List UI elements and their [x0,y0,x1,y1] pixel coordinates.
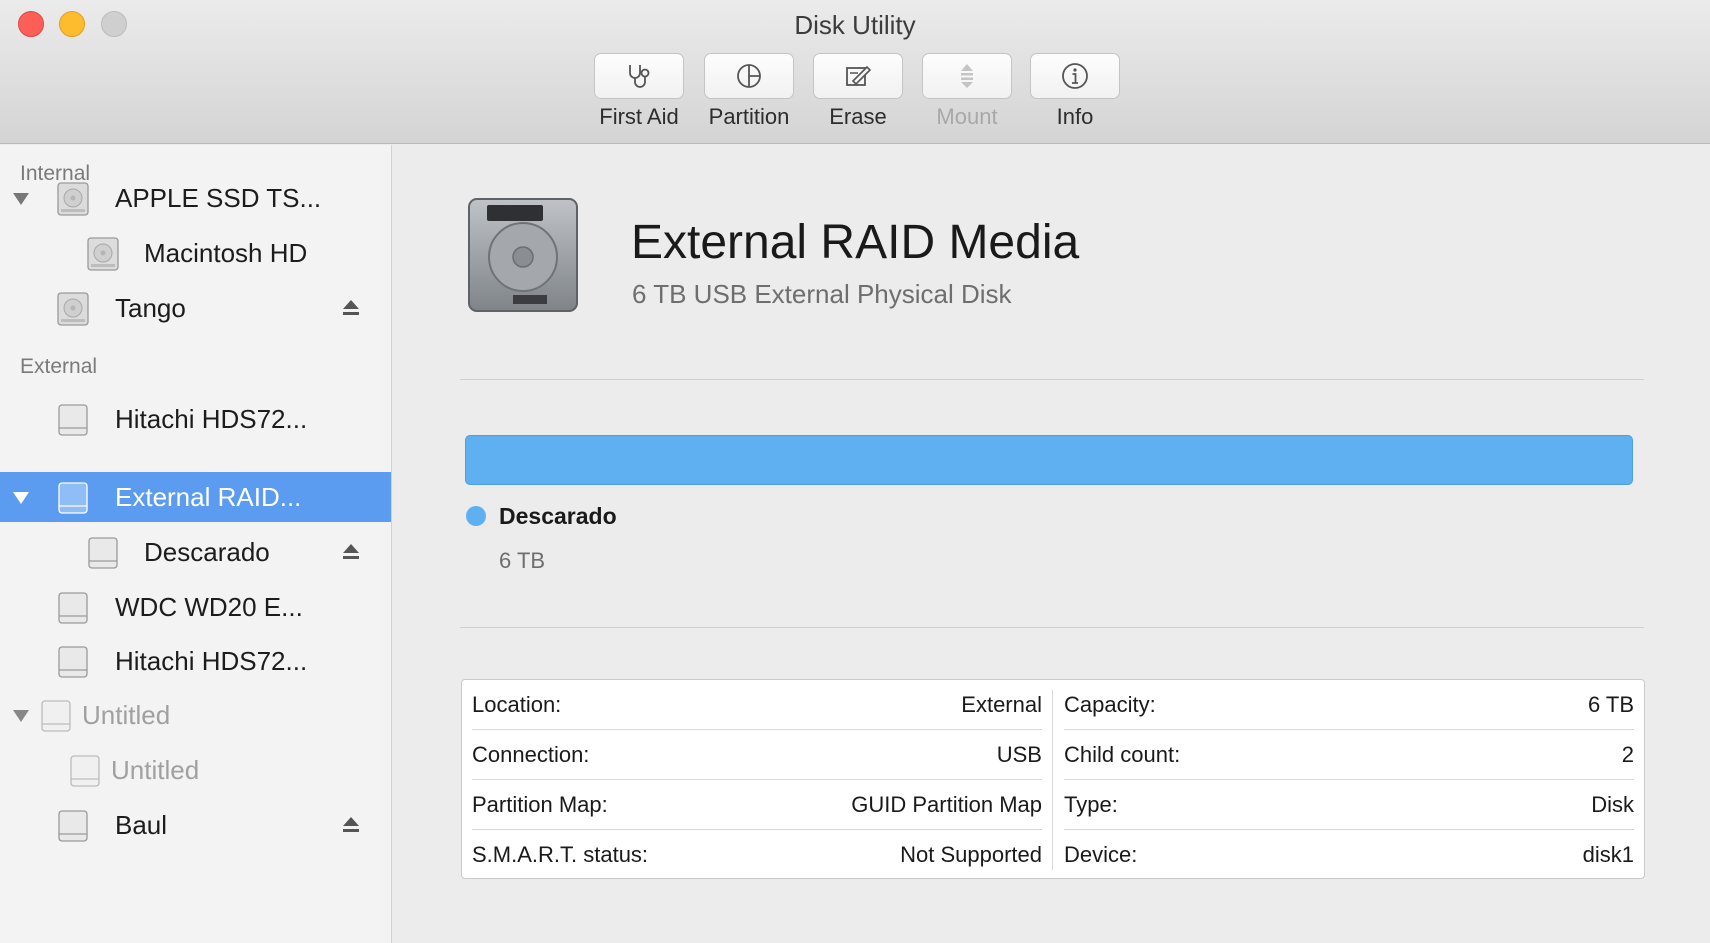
info-value: USB [996,742,1042,767]
mount-label: Mount [936,104,998,129]
internal-disk-icon [57,182,89,216]
sidebar-item-hitachi-1[interactable]: Hitachi HDS72... [0,394,391,444]
info-key: Location: [472,692,562,717]
partition-label: Partition [708,104,790,129]
disclosure-triangle-icon[interactable] [10,704,32,726]
volume-icon [57,292,89,326]
volume-icon [70,755,100,787]
partition-size: 6 TB [499,548,546,573]
sidebar-item-macintosh-hd[interactable]: Macintosh HD [0,228,391,278]
disk-info-table: Location: External Connection: USB Parti… [461,679,1645,879]
info-value: Not Supported [900,842,1042,867]
sidebar-item-descarado[interactable]: Descarado [0,527,391,577]
info-key: Device: [1064,842,1138,867]
info-key: Connection: [472,742,590,767]
sidebar-item-apple-ssd[interactable]: APPLE SSD TS... [0,173,391,223]
info-key: Capacity: [1064,692,1156,717]
info-row-connection: Connection: USB [472,730,1042,780]
sidebar-item-label: Hitachi HDS72... [115,646,308,676]
eject-icon[interactable] [340,541,362,563]
external-disk-icon [58,592,88,624]
external-disk-icon [41,700,71,732]
mount-button[interactable]: Mount [922,53,1012,130]
info-key: Type: [1064,792,1118,817]
sidebar-item-label: Descarado [144,537,270,567]
info-value: Disk [1591,792,1634,817]
sidebar-item-tango[interactable]: Tango [0,283,391,333]
hard-drive-icon [468,198,578,312]
erase-icon [846,65,872,86]
sidebar-item-label: Hitachi HDS72... [115,404,308,434]
divider [460,627,1644,628]
info-row-type: Type: Disk [1064,780,1634,830]
window-titlebar: Disk Utility First Aid Partition Erase M… [0,0,1710,144]
sidebar-item-untitled-volume[interactable]: Untitled [0,745,391,795]
window-title: Disk Utility [794,10,916,40]
info-key: S.M.A.R.T. status: [472,842,649,867]
sidebar-item-label: APPLE SSD TS... [115,183,322,213]
disclosure-triangle-icon[interactable] [10,486,32,508]
erase-button[interactable]: Erase [813,53,903,130]
info-value: disk1 [1582,842,1634,867]
info-key: Partition Map: [472,792,608,817]
disk-title: External RAID Media [631,216,1080,269]
sidebar-item-label: Untitled [111,755,200,785]
info-value: 2 [1621,742,1634,767]
info-column-left: Location: External Connection: USB Parti… [462,680,1052,880]
info-column-right: Capacity: 6 TB Child count: 2 Type: Disk… [1054,680,1644,880]
external-disk-icon [58,646,88,678]
eject-icon[interactable] [340,297,362,319]
info-row-partition-map: Partition Map: GUID Partition Map [472,780,1042,830]
partition-name: Descarado [499,503,617,529]
info-key: Child count: [1064,742,1181,767]
disclosure-triangle-icon[interactable] [10,187,32,209]
detail-panel: External RAID Media 6 TB USB External Ph… [393,145,1710,943]
eject-icon[interactable] [340,814,362,836]
sidebar-item-wdc[interactable]: WDC WD20 E... [0,582,391,632]
volume-icon [87,237,119,271]
info-label: Info [1056,104,1094,129]
sidebar-item-label: Macintosh HD [144,238,308,268]
disk-subtitle: 6 TB USB External Physical Disk [632,279,1012,309]
info-value: External [961,692,1042,717]
partition-usage-bar[interactable] [465,435,1633,485]
pie-chart-icon [737,64,761,88]
sidebar-item-baul[interactable]: Baul [0,800,391,850]
sidebar-item-external-raid[interactable]: External RAID... [0,472,391,522]
sidebar-item-label: Tango [115,293,186,323]
external-disk-icon [58,482,88,514]
info-row-location: Location: External [472,680,1042,730]
info-value: GUID Partition Map [851,792,1042,817]
partition-button[interactable]: Partition [704,53,794,130]
sidebar-item-hitachi-2[interactable]: Hitachi HDS72... [0,636,391,686]
sidebar-item-label: Untitled [82,700,171,730]
erase-label: Erase [829,104,887,129]
sidebar-item-untitled-disk[interactable]: Untitled [0,690,391,740]
stethoscope-icon [629,65,650,88]
info-icon [1062,63,1088,89]
info-value: 6 TB [1587,692,1634,717]
info-row-child-count: Child count: 2 [1064,730,1634,780]
first-aid-label: First Aid [599,104,679,129]
mount-icon [961,64,973,88]
column-divider [1052,690,1053,870]
info-row-smart-status: S.M.A.R.T. status: Not Supported [472,830,1042,880]
sidebar-item-label: Baul [115,810,168,840]
info-row-capacity: Capacity: 6 TB [1064,680,1634,730]
info-row-device: Device: disk1 [1064,830,1634,880]
sidebar-item-label: WDC WD20 E... [115,592,303,622]
sidebar-item-label: External RAID... [115,482,302,512]
section-header-external: External [20,355,98,378]
info-button[interactable]: Info [1030,53,1120,130]
first-aid-button[interactable]: First Aid [594,53,684,130]
external-disk-icon [58,404,88,436]
divider [460,379,1644,380]
partition-color-swatch [466,506,486,526]
volume-icon [88,537,118,569]
external-disk-icon [58,810,88,842]
sidebar: Internal APPLE SSD TS... Macintosh HD Ta… [0,145,392,943]
